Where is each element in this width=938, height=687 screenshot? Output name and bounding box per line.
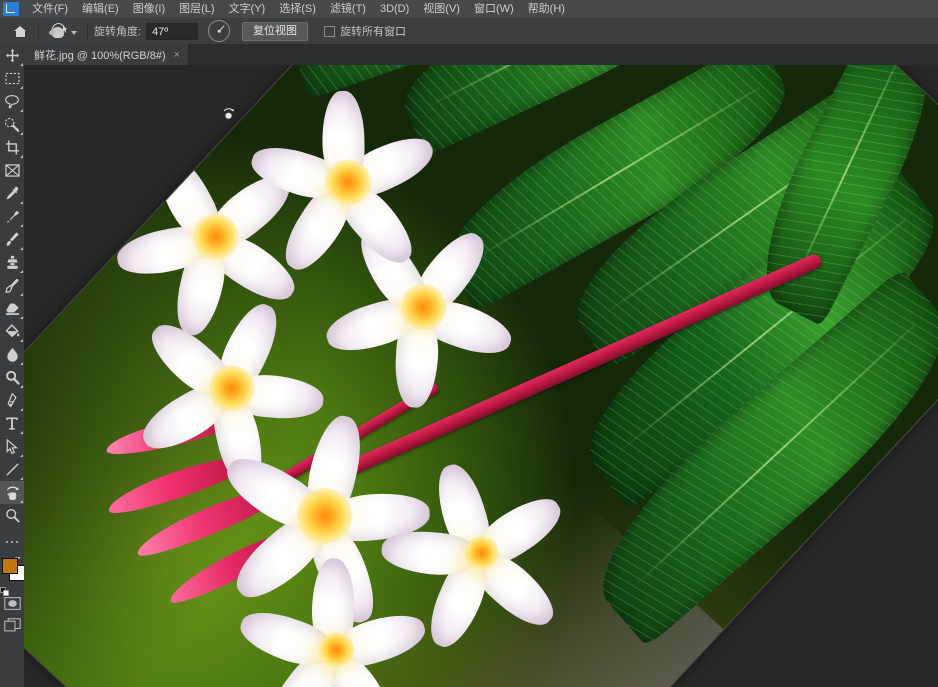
zoom-tool[interactable] [0, 504, 24, 527]
current-tool-button[interactable] [45, 20, 81, 42]
plumeria-flower [216, 411, 431, 631]
menu-select[interactable]: 选择(S) [272, 1, 323, 18]
dodge-tool[interactable] [0, 366, 24, 389]
home-icon [13, 25, 27, 37]
rotate-angle-label: 旋转角度: [94, 26, 142, 38]
rectangular-marquee-tool[interactable] [0, 67, 24, 90]
color-swatches [0, 552, 25, 596]
eraser-tool[interactable] [0, 297, 24, 320]
default-colors-icon[interactable] [0, 583, 9, 596]
menu-file[interactable]: 文件(F) [25, 1, 75, 18]
plumeria-flower [245, 90, 440, 279]
reset-view-button[interactable]: 复位视图 [242, 21, 309, 41]
ellipsis-icon[interactable] [0, 534, 24, 550]
plumeria-flower [133, 296, 325, 491]
paint-bucket-tool[interactable] [0, 320, 24, 343]
rotate-all-windows-label: 旋转所有窗口 [340, 26, 407, 38]
options-divider-1 [38, 22, 39, 40]
move-tool[interactable] [0, 44, 24, 67]
home-button[interactable] [8, 19, 32, 43]
rotate-all-windows-option[interactable]: 旋转所有窗口 [324, 23, 406, 39]
options-bar: 旋转角度: 47º 复位视图 旋转所有窗口 [0, 18, 938, 45]
spot-healing-brush-tool[interactable] [0, 205, 24, 228]
plumeria-flower [320, 219, 517, 409]
close-icon[interactable]: × [174, 49, 180, 60]
path-selection-tool[interactable] [0, 435, 24, 458]
crop-tool[interactable] [0, 136, 24, 159]
menu-type[interactable]: 文字(Y) [222, 1, 273, 18]
menu-layer[interactable]: 图层(L) [172, 1, 221, 18]
canvas-area[interactable] [24, 65, 938, 687]
eyedropper-tool[interactable] [0, 182, 24, 205]
menu-image[interactable]: 图像(I) [126, 1, 172, 18]
type-tool[interactable] [0, 412, 24, 435]
tools-divider [0, 527, 24, 534]
menu-window[interactable]: 窗口(W) [467, 1, 521, 18]
photoshop-window: 文件(F) 编辑(E) 图像(I) 图层(L) 文字(Y) 选择(S) 滤镜(T… [0, 0, 938, 687]
rotated-document-canvas[interactable] [24, 65, 938, 687]
angle-dial-icon[interactable] [208, 20, 231, 42]
dial-hub [217, 29, 221, 33]
plumeria-flower [379, 459, 569, 654]
chevron-down-icon[interactable] [71, 31, 77, 35]
document-tab[interactable]: 鲜花.jpg @ 100%(RGB/8#) × [24, 44, 190, 65]
plumeria-flower [233, 557, 430, 687]
menu-help[interactable]: 帮助(H) [521, 1, 572, 18]
rotate-all-windows-checkbox[interactable] [324, 25, 336, 37]
history-brush-tool[interactable] [0, 274, 24, 297]
blur-tool[interactable] [0, 343, 24, 366]
brush-tool[interactable] [0, 228, 24, 251]
tools-panel [0, 44, 25, 687]
menu-view[interactable]: 视图(V) [416, 1, 467, 18]
quick-selection-tool[interactable] [0, 113, 24, 136]
menu-filter[interactable]: 滤镜(T) [323, 1, 373, 18]
rotate-angle-input[interactable]: 47º [146, 22, 199, 40]
menu-bar: 文件(F) 编辑(E) 图像(I) 图层(L) 文字(Y) 选择(S) 滤镜(T… [0, 0, 938, 18]
screen-mode-button[interactable] [0, 614, 24, 636]
foreground-color-swatch[interactable] [2, 558, 18, 574]
pen-tool[interactable] [0, 389, 24, 412]
options-divider-2 [87, 22, 88, 40]
photoshop-logo-icon [3, 2, 19, 16]
document-tab-title: 鲜花.jpg @ 100%(RGB/8#) [34, 49, 166, 62]
lasso-tool[interactable] [0, 90, 24, 113]
document-image [24, 65, 938, 687]
rotate-view-tool-icon [48, 22, 68, 40]
menu-3d[interactable]: 3D(D) [373, 1, 416, 18]
frame-tool[interactable] [0, 159, 24, 182]
rotate-view-tool[interactable] [0, 481, 24, 504]
rotate-view-cursor [222, 107, 235, 119]
menu-edit[interactable]: 编辑(E) [75, 1, 126, 18]
line-tool[interactable] [0, 458, 24, 481]
clone-stamp-tool[interactable] [0, 251, 24, 274]
plumeria-flower [112, 146, 303, 340]
document-tab-bar: 鲜花.jpg @ 100%(RGB/8#) × [24, 44, 938, 65]
